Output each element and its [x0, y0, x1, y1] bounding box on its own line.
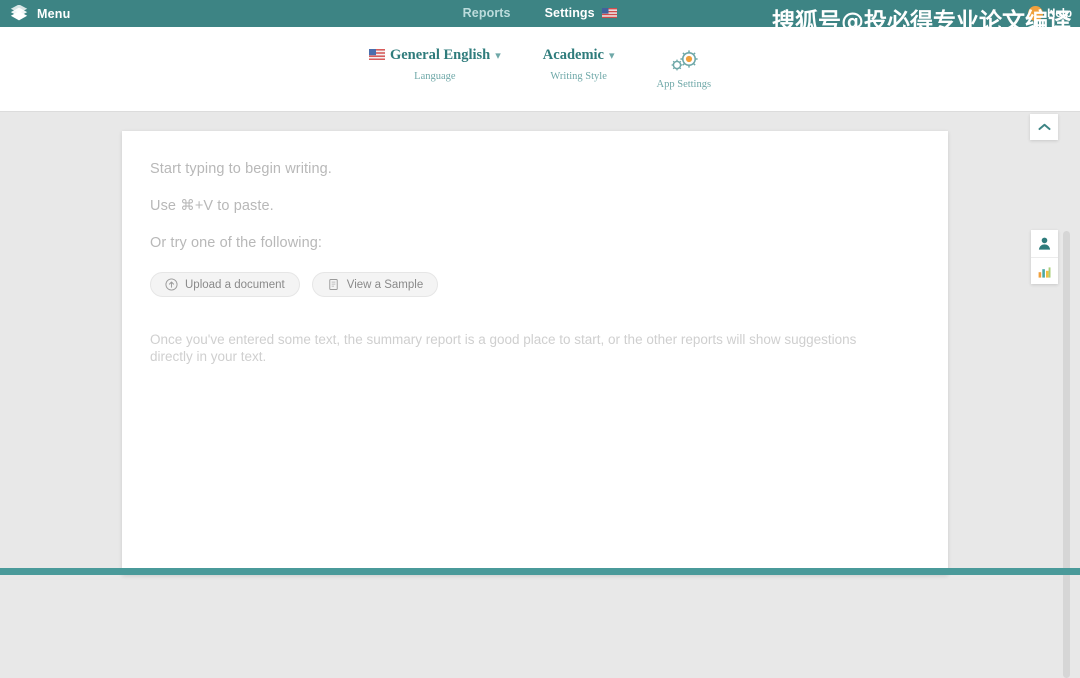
- editor-action-buttons: Upload a document View a Sample: [150, 272, 920, 297]
- side-report-buttons: [1031, 230, 1058, 284]
- us-flag-icon: [368, 47, 385, 64]
- view-sample-label: View a Sample: [346, 278, 424, 291]
- nav-tab-reports-label: Reports: [462, 6, 511, 20]
- chevron-down-icon: ▾: [495, 50, 501, 62]
- nav-tab-settings-label: Settings: [544, 6, 595, 20]
- placeholder-line-1: Start typing to begin writing.: [150, 161, 332, 177]
- app-settings-button[interactable]: App Settings: [656, 47, 712, 90]
- bottom-strip: [0, 568, 1080, 575]
- audience-report-button[interactable]: [1031, 230, 1058, 257]
- person-icon: [1037, 236, 1052, 251]
- placeholder-line-3: Or try one of the following:: [150, 235, 323, 251]
- document-icon: [327, 278, 340, 291]
- upload-document-button[interactable]: Upload a document: [150, 272, 300, 297]
- writing-style-value-row: Academic ▾: [543, 47, 615, 64]
- settings-sub-bar: General English ▾ Language Academic ▾ Wr…: [0, 27, 1080, 112]
- language-caption: Language: [414, 71, 456, 82]
- writing-style-caption: Writing Style: [550, 71, 607, 82]
- upload-circle-icon: [165, 278, 178, 291]
- editor-hint-text: Once you've entered some text, the summa…: [150, 332, 857, 364]
- bar-chart-icon: [1037, 264, 1052, 279]
- chevron-down-icon: ▾: [608, 50, 615, 62]
- us-flag-icon: [598, 6, 618, 20]
- nav-tab-reports[interactable]: Reports: [461, 1, 513, 26]
- nav-tab-settings[interactable]: Settings: [538, 1, 624, 30]
- statistics-report-button[interactable]: [1031, 257, 1058, 284]
- upload-document-label: Upload a document: [185, 278, 285, 291]
- watermark-text: 搜狐号@投必得专业论文编译: [772, 9, 1071, 35]
- language-selector[interactable]: General English ▾ Language: [368, 47, 501, 82]
- writing-style-value: Academic: [542, 47, 604, 63]
- language-value-row: General English ▾: [368, 47, 501, 64]
- chevron-up-icon: [1038, 123, 1051, 131]
- language-value: General English: [389, 47, 491, 63]
- vertical-scrollbar[interactable]: [1063, 231, 1070, 678]
- writing-style-selector[interactable]: Academic ▾ Writing Style: [543, 47, 615, 82]
- view-sample-button[interactable]: View a Sample: [311, 272, 439, 297]
- gears-icon: [666, 47, 702, 77]
- app-settings-caption: App Settings: [656, 79, 712, 90]
- editor-area: Start typing to begin writing. Use ⌘+V t…: [0, 113, 1080, 678]
- placeholder-line-2: Use ⌘+V to paste.: [150, 198, 274, 214]
- document-editor-card[interactable]: Start typing to begin writing. Use ⌘+V t…: [122, 131, 948, 575]
- collapse-panel-button[interactable]: [1030, 114, 1058, 140]
